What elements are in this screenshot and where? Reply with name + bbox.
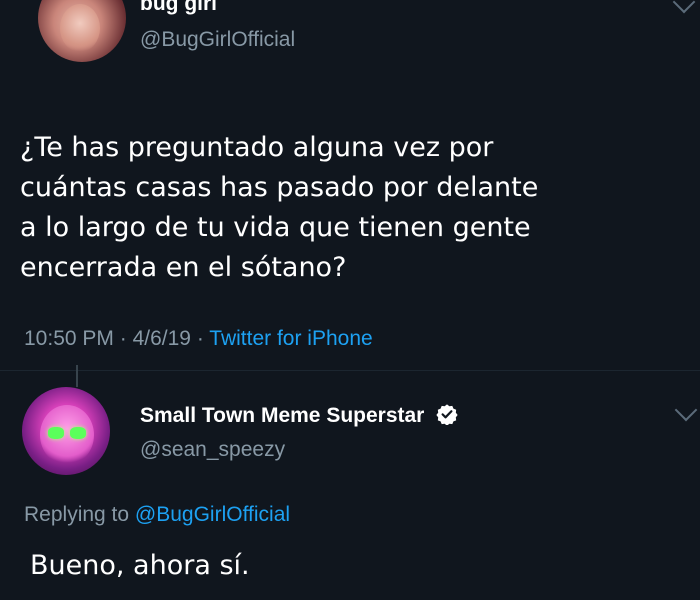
original-tweet: bug girl @BugGirlOfficial ¿Te has pregun… xyxy=(0,0,700,380)
user-handle[interactable]: @sean_speezy xyxy=(140,438,285,462)
tweet-text-line: cuántas casas has pasado por delante xyxy=(20,172,539,203)
avatar-face xyxy=(60,4,100,52)
tweet-text-line: ¿Te has preguntado alguna vez por xyxy=(20,132,494,163)
avatar-sean-speezy[interactable] xyxy=(22,387,110,475)
avatar-bug-girl[interactable] xyxy=(38,0,126,62)
replying-to: Replying to @BugGirlOfficial xyxy=(24,503,290,527)
replying-to-mention[interactable]: @BugGirlOfficial xyxy=(135,503,290,526)
tweet-date[interactable]: 4/6/19 xyxy=(133,327,191,350)
tweet-source[interactable]: Twitter for iPhone xyxy=(209,327,372,350)
display-name[interactable]: bug girl xyxy=(140,0,217,16)
display-name[interactable]: Small Town Meme Superstar xyxy=(140,403,458,428)
reply-text: Bueno, ahora sí. xyxy=(30,550,250,581)
meta-separator: · xyxy=(196,327,204,350)
display-name-text: Small Town Meme Superstar xyxy=(140,404,425,427)
tweet-text-line: encerrada en el sótano? xyxy=(20,252,347,283)
chevron-down-icon[interactable] xyxy=(674,398,698,422)
verified-badge-icon xyxy=(436,404,458,425)
replying-to-label: Replying to xyxy=(24,503,130,526)
avatar-glasses xyxy=(48,427,86,439)
thread-connector xyxy=(76,365,78,387)
tweet-time[interactable]: 10:50 PM xyxy=(24,327,114,350)
meta-separator: · xyxy=(119,327,127,350)
tweet-meta: 10:50 PM · 4/6/19 · Twitter for iPhone xyxy=(24,327,373,351)
divider xyxy=(0,370,700,371)
chevron-down-icon[interactable] xyxy=(672,0,696,14)
tweet-text: ¿Te has preguntado alguna vez por cuánta… xyxy=(20,128,680,288)
user-handle[interactable]: @BugGirlOfficial xyxy=(140,28,295,52)
tweet-text-line: a lo largo de tu vida que tienen gente xyxy=(20,212,531,243)
